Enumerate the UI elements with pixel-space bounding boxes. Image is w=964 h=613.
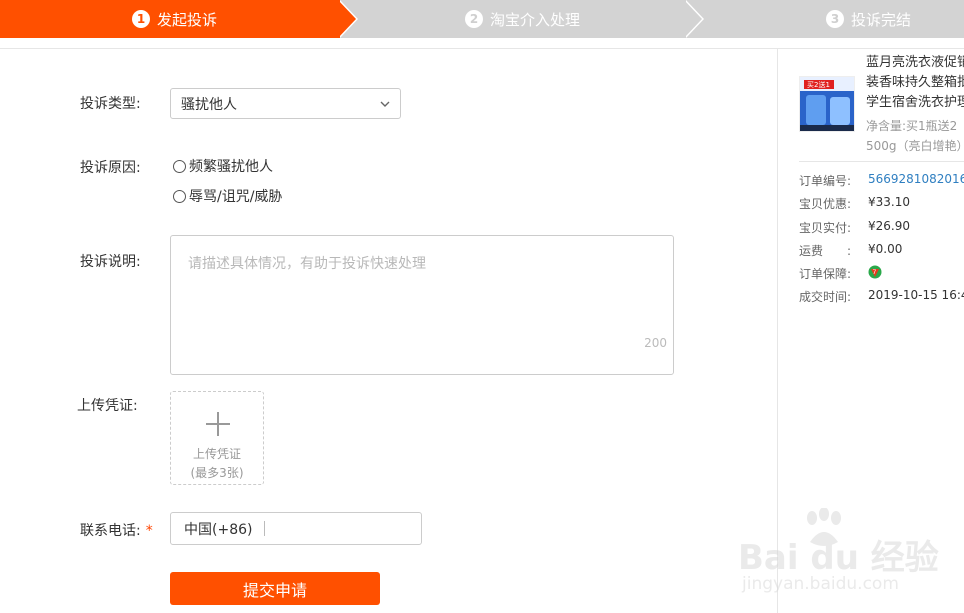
complaint-desc-label: 投诉说明: bbox=[80, 254, 141, 270]
complaint-type-label: 投诉类型: bbox=[80, 96, 141, 112]
step-1-label: 发起投诉 bbox=[157, 10, 218, 29]
step-1-number: 1 bbox=[132, 10, 150, 28]
discount-value: ¥33.10 bbox=[868, 195, 910, 209]
svg-text:7: 7 bbox=[873, 269, 877, 276]
reason-radio-harass[interactable]: 频繁骚扰他人 bbox=[173, 156, 273, 176]
radio-circle bbox=[173, 159, 186, 173]
upload-hint: (最多3张) bbox=[190, 466, 244, 480]
paid-label: 宝贝实付: bbox=[799, 221, 852, 235]
char-counter: 200 bbox=[644, 336, 667, 350]
complaint-type-value: 骚扰他人 bbox=[181, 96, 237, 113]
chevron-down-icon bbox=[380, 101, 390, 107]
thumb-text: 买2送1 bbox=[807, 80, 830, 89]
guarantee-icon[interactable]: 7 bbox=[868, 265, 882, 279]
shipping-label: 运费 : bbox=[799, 244, 852, 258]
order-number-label: 订单编号: bbox=[799, 174, 852, 188]
order-number-link[interactable]: 5669281082016 bbox=[868, 172, 964, 186]
product-spec-line: 500g（亮白增艳） bbox=[866, 139, 964, 153]
watermark-brand: Bai du 经验 bbox=[738, 538, 939, 578]
shipping-value: ¥0.00 bbox=[868, 242, 903, 256]
product-title-line: 蓝月亮洗衣液促销 bbox=[866, 55, 964, 70]
submit-button[interactable]: 提交申请 bbox=[170, 572, 380, 605]
product-image: 买2送1 bbox=[800, 77, 854, 131]
step-3-label: 投诉完结 bbox=[851, 10, 912, 29]
product-title[interactable]: 蓝月亮洗衣液促销 装香味持久整箱批 学生宿舍洗衣护理 bbox=[866, 53, 964, 113]
step-arrow bbox=[338, 0, 356, 38]
order-divider bbox=[799, 161, 964, 162]
step-arrow bbox=[684, 0, 702, 38]
text-cursor bbox=[264, 521, 266, 536]
complaint-desc-textarea[interactable]: 请描述具体情况，有助于投诉快速处理 200 bbox=[170, 235, 674, 375]
complaint-type-select[interactable]: 骚扰他人 bbox=[170, 88, 401, 119]
product-title-line: 装香味持久整箱批 bbox=[866, 75, 964, 90]
upload-text: 上传凭证 bbox=[192, 447, 241, 461]
product-title-line: 学生宿舍洗衣护理 bbox=[866, 95, 964, 110]
product-spec-line: 净含量:买1瓶送2 bbox=[866, 119, 958, 133]
phone-country-code: 中国(+86) bbox=[184, 521, 253, 538]
plus-icon bbox=[206, 412, 230, 436]
product-spec: 净含量:买1瓶送2 500g（亮白增艳） bbox=[866, 116, 964, 156]
radio-circle bbox=[173, 189, 186, 203]
discount-label: 宝贝优惠: bbox=[799, 197, 852, 211]
reason-abuse-label: 辱骂/诅咒/威胁 bbox=[189, 189, 283, 205]
step-2-number: 2 bbox=[465, 10, 483, 28]
product-thumbnail[interactable]: 买2送1 bbox=[799, 76, 855, 132]
step-1: 1 发起投诉 bbox=[0, 0, 340, 38]
phone-label: 联系电话: * bbox=[80, 520, 153, 540]
step-3: 3 投诉完结 bbox=[826, 0, 911, 38]
baidu-watermark: Bai du 经验 jingyan.baidu.com bbox=[736, 508, 964, 608]
phone-label-text: 联系电话: bbox=[80, 523, 141, 539]
watermark-site: jingyan.baidu.com bbox=[742, 574, 899, 594]
upload-label: 上传凭证: bbox=[77, 398, 138, 414]
protection-label: 订单保障: bbox=[799, 267, 852, 281]
phone-input[interactable]: 中国(+86) bbox=[170, 512, 422, 545]
step-2: 2 淘宝介入处理 bbox=[465, 0, 580, 38]
complaint-reason-label: 投诉原因: bbox=[80, 160, 141, 176]
progress-steps: 1 发起投诉 2 淘宝介入处理 3 投诉完结 bbox=[0, 0, 964, 38]
required-mark: * bbox=[145, 523, 153, 539]
step-2-label: 淘宝介入处理 bbox=[490, 10, 581, 29]
paid-value: ¥26.90 bbox=[868, 219, 910, 233]
deal-time-label: 成交时间: bbox=[799, 290, 852, 304]
step-3-number: 3 bbox=[826, 10, 844, 28]
reason-harass-label: 频繁骚扰他人 bbox=[189, 159, 273, 175]
desc-placeholder: 请描述具体情况，有助于投诉快速处理 bbox=[188, 256, 426, 272]
reason-radio-abuse[interactable]: 辱骂/诅咒/威胁 bbox=[173, 186, 282, 206]
header-divider bbox=[0, 48, 964, 49]
upload-evidence-button[interactable]: 上传凭证 (最多3张) bbox=[170, 391, 264, 485]
deal-time-value: 2019-10-15 16:4 bbox=[868, 288, 964, 302]
